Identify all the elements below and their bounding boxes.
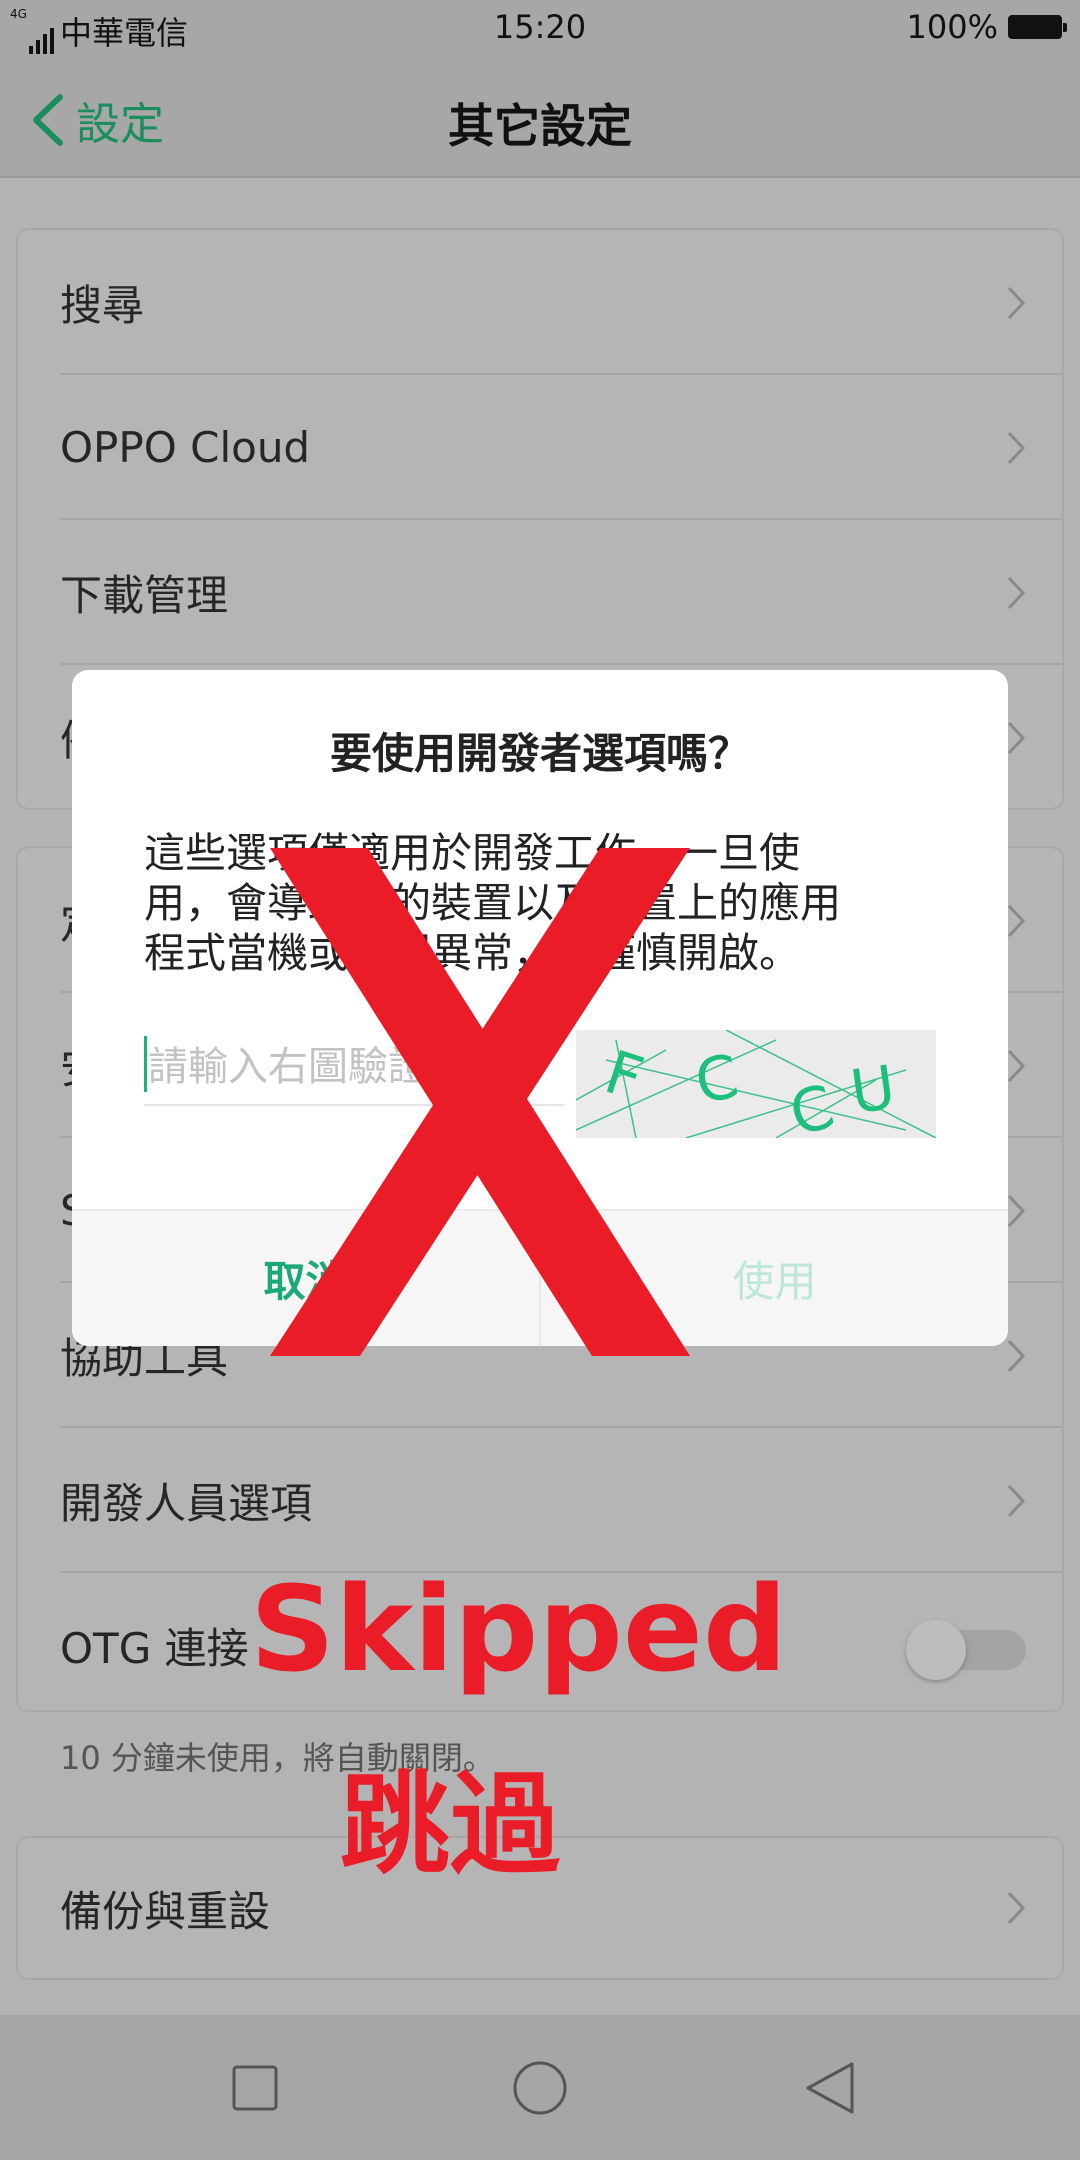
svg-text:C: C xyxy=(690,1042,743,1118)
settings-item-developer-options[interactable]: 開發人員選項 xyxy=(18,1428,1062,1573)
chevron-right-icon xyxy=(1007,721,1026,755)
settings-item-label: OPPO Cloud xyxy=(60,423,311,472)
red-x-mark xyxy=(270,848,690,1356)
skipped-label: Skipped xyxy=(250,1560,788,1698)
svg-text:U: U xyxy=(846,1053,899,1128)
home-button[interactable] xyxy=(505,2053,575,2123)
settings-item-oppo-cloud[interactable]: OPPO Cloud xyxy=(18,375,1062,520)
chevron-right-icon xyxy=(1007,1339,1026,1373)
chevron-right-icon xyxy=(1007,1194,1026,1228)
chevron-right-icon xyxy=(1007,1049,1026,1083)
settings-item-label: 搜尋 xyxy=(60,281,145,330)
recent-apps-icon xyxy=(232,2065,278,2111)
chevron-right-icon xyxy=(1007,1891,1026,1925)
status-bar: 4G 中華電信 15:20 100% xyxy=(0,0,1080,56)
page-title: 其它設定 xyxy=(448,99,632,153)
settings-item-label: OTG 連接 xyxy=(60,1624,249,1673)
title-bar: 設定 其它設定 xyxy=(0,56,1080,178)
settings-item-label: 下載管理 xyxy=(60,571,229,620)
chevron-right-icon xyxy=(1007,576,1026,610)
battery-group: 100% xyxy=(906,8,1067,46)
battery-percent: 100% xyxy=(906,8,998,46)
dialog-title: 要使用開發者選項嗎？ xyxy=(329,729,750,778)
toggle-knob xyxy=(906,1620,966,1680)
recent-apps-button[interactable] xyxy=(220,2053,290,2123)
skipped-label-zh: 跳過 xyxy=(340,1761,560,1889)
back-icon xyxy=(806,2062,854,2114)
settings-item-download-manager[interactable]: 下載管理 xyxy=(18,520,1062,665)
otg-toggle[interactable] xyxy=(906,1618,1026,1680)
chevron-right-icon xyxy=(1007,431,1026,465)
text-cursor xyxy=(144,1036,147,1092)
back-nav-button[interactable] xyxy=(795,2053,865,2123)
battery-icon xyxy=(1008,15,1067,39)
chevron-right-icon xyxy=(1007,904,1026,938)
home-icon xyxy=(513,2061,567,2115)
settings-item-label: 備份與重設 xyxy=(60,1886,271,1936)
settings-item-label: 開發人員選項 xyxy=(60,1479,313,1528)
settings-item-search[interactable]: 搜尋 xyxy=(18,230,1062,375)
chevron-right-icon xyxy=(1007,1484,1026,1518)
navigation-bar xyxy=(0,2015,1080,2160)
chevron-right-icon xyxy=(1007,286,1026,320)
